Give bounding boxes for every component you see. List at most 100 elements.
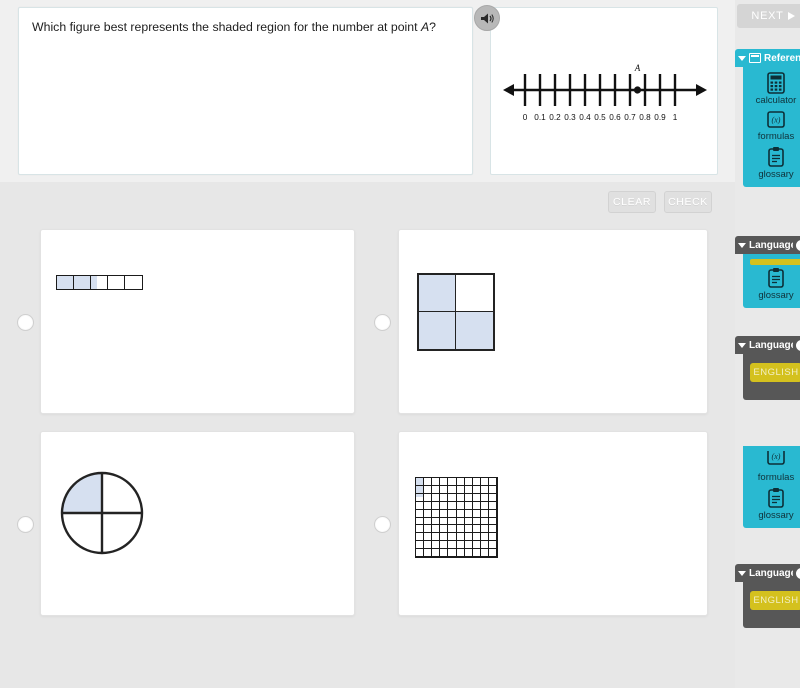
grid-cell	[488, 501, 497, 510]
grid-cell	[432, 485, 441, 494]
language-panel-body-2: ENGLISH	[743, 354, 800, 400]
info-icon[interactable]: i	[796, 339, 800, 351]
language-panel-title-2: Language	[749, 339, 793, 351]
grid-cell	[440, 509, 449, 518]
language-panel-header-3[interactable]: Language i	[735, 564, 800, 582]
option-d-card[interactable]	[398, 431, 708, 616]
grid-cell	[440, 501, 449, 510]
language-english-button-1[interactable]: ENGLISH	[750, 363, 800, 382]
play-triangle-icon	[787, 12, 795, 20]
chevron-down-icon	[738, 570, 746, 576]
tool-formulas[interactable]: (x) formulas	[743, 110, 800, 142]
check-button[interactable]: CHECK	[664, 191, 712, 213]
grid-cell	[424, 533, 433, 542]
grid-cell	[480, 533, 489, 542]
action-row: CLEAR CHECK	[0, 182, 735, 224]
grid-cell	[416, 493, 425, 502]
option-a-card[interactable]	[40, 229, 355, 414]
grid-cell	[432, 509, 441, 518]
grid-cell	[480, 549, 489, 557]
grid-cell	[440, 485, 449, 494]
grid-cell	[448, 541, 457, 550]
option-d-radio[interactable]	[374, 516, 391, 533]
grid-cell	[448, 493, 457, 502]
glossary-clipboard-icon	[768, 268, 784, 288]
svg-text:0.6: 0.6	[609, 113, 621, 122]
svg-text:0: 0	[523, 113, 528, 122]
grid-cell	[488, 485, 497, 494]
tool-glossary-label: glossary	[758, 290, 794, 301]
grid-cell	[416, 517, 425, 526]
grid-cell	[464, 517, 473, 526]
grid-cell	[456, 509, 465, 518]
grid-cell	[416, 501, 425, 510]
grid-cell	[416, 533, 425, 542]
info-icon[interactable]: i	[796, 567, 800, 579]
grid-cell	[456, 549, 465, 557]
option-b-card[interactable]	[398, 229, 708, 414]
language-accent-strip	[750, 259, 800, 265]
grid-cell	[456, 485, 465, 494]
option-a-radio[interactable]	[17, 314, 34, 331]
grid-cell	[448, 501, 457, 510]
language-panel-title-1: Language	[749, 239, 793, 251]
grid-cell	[488, 493, 497, 502]
grid-cell	[424, 517, 433, 526]
grid-cell	[464, 485, 473, 494]
tool-glossary[interactable]: glossary	[743, 487, 800, 521]
grid-cell	[424, 485, 433, 494]
grid-cell	[432, 493, 441, 502]
formulas-icon: (x)	[767, 111, 785, 128]
formulas-icon: (x)	[767, 451, 785, 465]
circle-svg	[60, 471, 144, 555]
grid-cell	[472, 478, 481, 486]
tool-glossary[interactable]: glossary	[743, 267, 800, 301]
square-cell	[456, 312, 493, 349]
language-english-button-2[interactable]: ENGLISH	[750, 591, 800, 610]
reference-panel-header[interactable]: Reference	[735, 49, 800, 67]
grid-cell	[432, 549, 441, 557]
answer-options	[0, 224, 735, 634]
grid-cell	[432, 525, 441, 534]
grid-cell	[440, 478, 449, 486]
assessment-screen: Which figure best represents the shaded …	[0, 0, 800, 688]
question-text-part-2: ?	[429, 20, 436, 34]
language-panel-header-1[interactable]: Language i	[735, 236, 800, 254]
grid-cell	[416, 509, 425, 518]
grid-cell	[424, 525, 433, 534]
speaker-icon[interactable]	[474, 5, 500, 31]
grid-cell	[432, 533, 441, 542]
tool-rail: NEXT Reference	[735, 0, 800, 688]
grid-cell	[448, 533, 457, 542]
grid-cell	[480, 493, 489, 502]
tool-formulas[interactable]: (x) formulas	[743, 451, 800, 483]
grid-cell	[480, 478, 489, 486]
tool-calculator-label: calculator	[755, 95, 797, 106]
grid-cell	[464, 541, 473, 550]
tool-calculator[interactable]: calculator	[743, 72, 800, 106]
bar-model-figure	[56, 275, 143, 290]
grid-cell	[488, 549, 497, 557]
info-icon[interactable]: i	[796, 239, 800, 251]
next-button[interactable]: NEXT	[737, 4, 800, 28]
language-panel-header-2[interactable]: Language i	[735, 336, 800, 354]
grid-cell	[488, 525, 497, 534]
grid-cell	[488, 541, 497, 550]
grid-cell	[456, 501, 465, 510]
option-b-radio[interactable]	[374, 314, 391, 331]
bar-cell	[91, 276, 108, 289]
option-c-card[interactable]	[40, 431, 355, 616]
clear-button[interactable]: CLEAR	[608, 191, 656, 213]
grid-cell	[480, 485, 489, 494]
grid-cell	[432, 501, 441, 510]
glossary-clipboard-icon	[768, 147, 784, 167]
grid-cell	[432, 478, 441, 486]
grid-cell	[480, 525, 489, 534]
tool-glossary[interactable]: glossary	[743, 146, 800, 180]
svg-text:0.5: 0.5	[594, 113, 606, 122]
grid-cell	[448, 485, 457, 494]
option-c-radio[interactable]	[17, 516, 34, 533]
chevron-down-icon	[738, 242, 746, 248]
svg-text:0.4: 0.4	[579, 113, 591, 122]
circle-quarters-figure	[59, 470, 145, 561]
